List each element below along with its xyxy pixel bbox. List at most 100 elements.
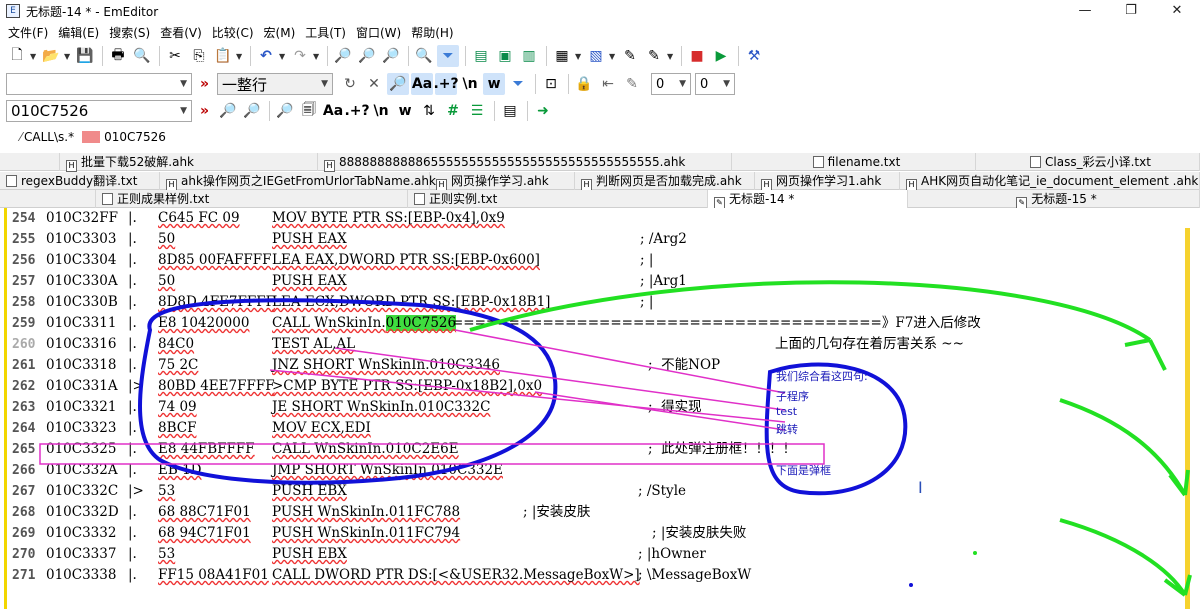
new-file-icon[interactable]: 🗋 xyxy=(6,45,28,67)
open-folder-icon[interactable]: 📂 xyxy=(40,45,62,67)
menu-compare[interactable]: 比较(C) xyxy=(212,24,254,41)
find-in-files-icon[interactable]: 🔍 xyxy=(413,45,435,67)
batch-icon[interactable]: ▤ xyxy=(499,100,521,122)
chevron-down-icon[interactable]: ▼ xyxy=(321,79,328,89)
find-prev-icon[interactable]: 🔎 xyxy=(380,45,402,67)
editor-area[interactable]: 254 010C32FF |. C645 FC 09 MOV BYTE PTR SS:[… xyxy=(0,208,1200,609)
macro-icon[interactable]: ✎ xyxy=(643,45,665,67)
menu-search[interactable]: 搜索(S) xyxy=(109,24,150,41)
find-combo[interactable]: ▼ xyxy=(6,73,192,95)
text-mode-icon[interactable]: ▦ xyxy=(551,45,573,67)
run-macro-icon[interactable]: ▶ xyxy=(710,45,732,67)
code-line[interactable]: 267 010C332C |> 53 PUSH EBX ; /Style xyxy=(0,481,1180,502)
list-icon[interactable]: ☰ xyxy=(466,100,488,122)
paste-dropdown-icon[interactable]: ▼ xyxy=(236,52,246,61)
escape-seq-icon[interactable]: \n xyxy=(459,73,481,95)
code-line[interactable]: 259 010C3311 |. E8 10420000 CALL WnSkinIn.01… xyxy=(0,313,1180,334)
redo-dropdown-icon[interactable]: ▼ xyxy=(313,52,323,61)
print-preview-icon[interactable]: 🔍 xyxy=(131,45,153,67)
mode-dropdown-icon[interactable]: ▼ xyxy=(575,52,585,61)
chevron-down-icon[interactable]: ▼ xyxy=(679,79,686,89)
sort-icon[interactable]: ⇅ xyxy=(418,100,440,122)
code-line[interactable]: 260 010C3316 |. 84C0 TEST AL,AL 上面的几句存在着厉害关系 … xyxy=(0,334,1180,355)
undo-icon[interactable]: ↶ xyxy=(255,45,277,67)
menu-help[interactable]: 帮助(H) xyxy=(411,24,453,41)
regex-icon[interactable]: .+? xyxy=(433,73,459,95)
tab-file[interactable]: H 判断网页是否加载完成.ahk xyxy=(575,172,755,191)
maximize-button[interactable]: ❐ xyxy=(1108,0,1154,22)
tab-file[interactable]: regexBuddy翻译.txt xyxy=(0,172,160,190)
whole-word-icon[interactable]: w xyxy=(394,100,416,122)
clear-icon[interactable]: ✕ xyxy=(363,73,385,95)
filter-options-icon[interactable]: ⊡ xyxy=(540,73,562,95)
redo-icon[interactable]: ↷ xyxy=(289,45,311,67)
code-line[interactable]: 257 010C330A |. 50 PUSH EAX ; |Arg1 xyxy=(0,271,1180,292)
tab-file[interactable]: H 网页操作学习.ahk xyxy=(430,172,575,191)
copy-icon[interactable]: ⎘ xyxy=(188,45,210,67)
customize-icon[interactable]: ✎ xyxy=(619,45,641,67)
chevron-down-icon[interactable]: ▼ xyxy=(723,79,730,89)
whole-word-icon[interactable]: w xyxy=(483,73,506,95)
code-line[interactable]: 270 010C3337 |. 53 PUSH EBX ; |hOwner xyxy=(0,544,1180,565)
context-after-combo[interactable]: 0 ▼ xyxy=(695,73,736,95)
chevron-down-icon[interactable]: ▼ xyxy=(180,79,187,89)
regex-icon[interactable]: .+? xyxy=(344,100,369,122)
tab-file[interactable]: H 888888888886555555555555555555555555555… xyxy=(318,153,732,172)
code-line[interactable]: 255 010C3303 |. 50 PUSH EAX ; /Arg2 xyxy=(0,229,1180,250)
new-dropdown-icon[interactable]: ▼ xyxy=(30,52,40,61)
menu-window[interactable]: 窗口(W) xyxy=(356,24,401,41)
plugin-icon[interactable]: ⚒ xyxy=(743,45,765,67)
menu-file[interactable]: 文件(F) xyxy=(8,24,48,41)
clear-filter-icon[interactable]: ⏷ xyxy=(507,73,529,95)
find-next-icon[interactable]: 🔎 xyxy=(217,100,239,122)
escape-seq-icon[interactable]: \n xyxy=(370,100,392,122)
tab-file[interactable]: filename.txt xyxy=(732,153,976,171)
tab-file[interactable]: ✎ 无标题-15 * xyxy=(908,190,1200,209)
tab-file[interactable]: H 批量下载52破解.ahk xyxy=(60,153,318,172)
tab-file[interactable]: Hahk操作网页之IEGetFromUrlorTabName.ahk xyxy=(160,172,436,191)
cut-icon[interactable]: ✂ xyxy=(164,45,186,67)
close-button[interactable]: ✕ xyxy=(1154,0,1200,22)
find-icon[interactable]: 🔎 xyxy=(332,45,354,67)
open-dropdown-icon[interactable]: ▼ xyxy=(64,52,74,61)
highlight-icon[interactable]: 🔎 xyxy=(274,100,296,122)
scope-combo[interactable]: 一整行 ▼ xyxy=(217,73,334,95)
menu-edit[interactable]: 编辑(E) xyxy=(58,24,99,41)
minimize-button[interactable]: — xyxy=(1062,0,1108,22)
refresh-icon[interactable]: ↻ xyxy=(339,73,361,95)
paste-icon[interactable]: 📋 xyxy=(212,45,234,67)
numbering-icon[interactable]: # xyxy=(442,100,464,122)
highlight-text[interactable]: 010C7526 xyxy=(104,130,166,144)
code-line[interactable]: 271 010C3338 |. FF15 08A41F01 CALL DWORD PTR… xyxy=(0,565,1180,586)
code-line[interactable]: 266 010C332A |. EB 1D JMP SHORT WnSkinIn.010… xyxy=(0,460,1180,481)
context-before-combo[interactable]: 0 ▼ xyxy=(651,73,692,95)
word-wrap-icon[interactable]: ▤ xyxy=(470,45,492,67)
macro-dropdown-icon[interactable]: ▼ xyxy=(667,52,677,61)
tab-file[interactable]: H 网页操作学习1.ahk xyxy=(755,172,900,191)
match-case-icon[interactable]: Aa xyxy=(322,100,344,122)
config-icon[interactable]: ▧ xyxy=(585,45,607,67)
find-next-icon[interactable]: 🔎 xyxy=(356,45,378,67)
code-line[interactable]: 265 010C3325 |. E8 44FBFFFF CALL WnSkinIn.01… xyxy=(0,439,1180,460)
tab-file[interactable]: 正则成果样例.txt xyxy=(96,190,408,208)
code-line[interactable]: 261 010C3318 |. 75 2C JNZ SHORT WnSkinIn.010… xyxy=(0,355,1180,376)
find-in-files-icon[interactable]: 🗐 xyxy=(298,100,320,122)
menu-tools[interactable]: 工具(T) xyxy=(305,24,346,41)
vertical-scrollbar[interactable] xyxy=(1185,228,1190,609)
menu-macro[interactable]: 宏(M) xyxy=(264,24,296,41)
match-case-icon[interactable]: Aa xyxy=(411,73,434,95)
code-line[interactable]: 269 010C3332 |. 68 94C71F01 PUSH WnSkinIn.01… xyxy=(0,523,1180,544)
search-icon[interactable]: 🔎 xyxy=(387,73,410,95)
expand-arrow-icon[interactable]: » xyxy=(200,103,209,119)
config-dropdown-icon[interactable]: ▼ xyxy=(609,52,619,61)
search-input[interactable]: 010C7526 ▼ xyxy=(6,100,192,122)
menu-view[interactable]: 查看(V) xyxy=(160,24,202,41)
stop-record-icon[interactable]: ■ xyxy=(686,45,708,67)
undo-dropdown-icon[interactable]: ▼ xyxy=(279,52,289,61)
code-line[interactable]: 268 010C332D |. 68 88C71F01 PUSH WnSkinIn.01… xyxy=(0,502,1180,523)
search-pattern[interactable]: CALL\s.* xyxy=(24,130,74,144)
tab-file[interactable]: 正则实例.txt xyxy=(408,190,708,208)
wrap-page-icon[interactable]: ▥ xyxy=(518,45,540,67)
code-line[interactable]: 264 010C3323 |. 8BCF MOV ECX,EDI xyxy=(0,418,1180,439)
code-line[interactable]: 258 010C330B |. 8D8D 4FE7FFFF LEA ECX,DWORD … xyxy=(0,292,1180,313)
